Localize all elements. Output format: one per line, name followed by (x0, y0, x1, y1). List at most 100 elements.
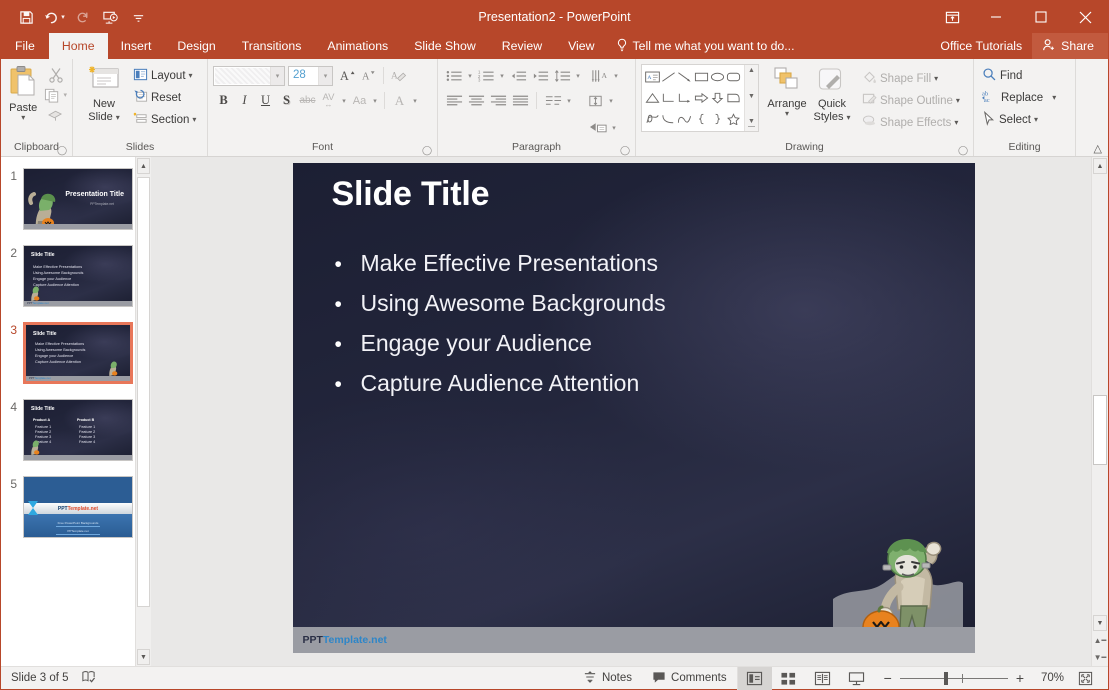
align-right-icon[interactable] (487, 90, 509, 111)
save-icon[interactable] (13, 5, 39, 29)
quick-styles-chevron-down-icon[interactable]: ▾ (846, 114, 850, 121)
comments-button[interactable]: Comments (642, 667, 737, 690)
decrease-font-size-icon[interactable]: A (358, 65, 379, 86)
font-dialog-launcher[interactable]: ◯ (422, 146, 431, 155)
slide-scroll-down-icon[interactable]: ▼ (1093, 615, 1107, 631)
shape-curve-icon[interactable] (677, 108, 693, 129)
next-slide-icon[interactable]: ▼━ (1092, 649, 1108, 666)
zoom-out-button[interactable]: − (884, 672, 892, 684)
previous-slide-icon[interactable]: ▲━ (1092, 632, 1108, 649)
zoom-slider[interactable] (900, 671, 1008, 685)
font-name-input[interactable]: ▾ (213, 66, 285, 86)
tab-view[interactable]: View (555, 33, 607, 59)
arrange-chevron-down-icon[interactable]: ▾ (785, 110, 789, 117)
thumbnail-frame-2[interactable]: Slide Title Make Effective Presentations… (23, 245, 133, 307)
paragraph-dialog-launcher[interactable]: ◯ (620, 146, 629, 155)
thumbnail-scrollbar-thumb[interactable] (137, 177, 150, 607)
shape-star-icon[interactable] (726, 108, 742, 129)
thumbnail-frame-5[interactable]: PPTTemplate.net Free PowerPoint Backgrou… (23, 476, 133, 538)
collapse-ribbon-icon[interactable]: △ (1094, 142, 1102, 155)
thumbnail-slide-2[interactable]: 2 Slide Title Make Effective Presentatio… (1, 238, 151, 307)
shape-right-arrow-icon[interactable] (693, 88, 709, 109)
new-slide-button[interactable]: New Slide ▾ (78, 62, 130, 123)
share-button[interactable]: Share (1032, 33, 1108, 59)
clipboard-dialog-launcher[interactable]: ◯ (57, 146, 66, 155)
columns-icon[interactable] (542, 90, 564, 111)
shape-flowchart-icon[interactable] (726, 88, 742, 109)
tell-me-search[interactable]: Tell me what you want to do... (608, 33, 795, 59)
replace-chevron-down-icon[interactable]: ▾ (1052, 94, 1056, 101)
layout-chevron-down-icon[interactable]: ▾ (189, 72, 193, 79)
convert-to-smartart-chevron-down-icon[interactable]: ▾ (609, 124, 619, 132)
font-name-chevron-down-icon[interactable]: ▾ (270, 67, 284, 85)
increase-font-size-icon[interactable]: A (337, 65, 358, 86)
zoom-slider-hand[interactable] (944, 672, 948, 685)
text-direction-chevron-down-icon[interactable]: ▾ (611, 72, 621, 80)
tab-animations[interactable]: Animations (314, 33, 401, 59)
slide-scrollbar-thumb[interactable] (1093, 395, 1107, 465)
strikethrough-button[interactable]: abc (297, 90, 318, 111)
tab-home[interactable]: Home (49, 33, 108, 59)
slide-sorter-view-button[interactable] (772, 667, 806, 690)
redo-icon[interactable] (69, 5, 95, 29)
bullets-icon[interactable] (443, 65, 465, 86)
align-text-chevron-down-icon[interactable]: ▾ (606, 97, 616, 105)
shape-arc-icon[interactable] (660, 108, 676, 129)
slide-pane-scrollbar[interactable]: ▲ ▼ ▲━ ▼━ (1091, 157, 1108, 666)
shape-text-box-icon[interactable]: A (644, 67, 660, 88)
text-shadow-button[interactable]: S (276, 90, 297, 111)
reset-button[interactable]: Reset (130, 87, 199, 108)
line-spacing-chevron-down-icon[interactable]: ▾ (573, 72, 583, 80)
reading-view-button[interactable] (806, 667, 840, 690)
convert-to-smartart-icon[interactable] (587, 117, 609, 138)
replace-button[interactable]: abac Replace ▾ (979, 87, 1059, 108)
font-color-button[interactable]: A (389, 90, 410, 111)
shape-triangle-icon[interactable] (644, 88, 660, 109)
shapes-more-icon[interactable]: ▼― (748, 119, 755, 129)
shape-elbow-connector-icon[interactable] (660, 88, 676, 109)
shape-arrow-icon[interactable] (677, 67, 693, 88)
select-button[interactable]: Select ▾ (979, 109, 1059, 130)
slide-indicator[interactable]: Slide 3 of 5 (11, 672, 69, 684)
numbering-chevron-down-icon[interactable]: ▾ (497, 72, 507, 80)
shapes-scroll-up-icon[interactable]: ▲ (748, 67, 755, 74)
text-direction-icon[interactable]: A (589, 65, 611, 86)
cut-icon[interactable] (44, 66, 67, 83)
tab-file[interactable]: File (1, 33, 49, 59)
slide-body-placeholder[interactable]: • Make Effective Presentations • Using A… (335, 249, 666, 409)
select-chevron-down-icon[interactable]: ▾ (1034, 116, 1038, 123)
align-left-icon[interactable] (443, 90, 465, 111)
bold-button[interactable]: B (213, 90, 234, 111)
thumbnail-frame-3[interactable]: Slide Title Make Effective Presentations… (23, 322, 133, 384)
shape-line-icon[interactable] (660, 67, 676, 88)
italic-button[interactable]: I (234, 90, 255, 111)
increase-indent-icon[interactable] (529, 65, 551, 86)
drawing-dialog-launcher[interactable]: ◯ (958, 146, 967, 155)
clear-formatting-icon[interactable]: A (388, 65, 409, 86)
account-name[interactable]: Office Tutorials (930, 33, 1032, 59)
thumbnail-slide-1[interactable]: 1 Presentation Title PPTemplate.net (1, 161, 151, 230)
decrease-indent-icon[interactable] (507, 65, 529, 86)
change-case-button[interactable]: Aa (349, 90, 370, 111)
tab-review[interactable]: Review (489, 33, 555, 59)
thumbnail-scroll-down-icon[interactable]: ▼ (137, 649, 150, 665)
bullets-chevron-down-icon[interactable]: ▾ (465, 72, 475, 80)
tab-transitions[interactable]: Transitions (229, 33, 315, 59)
shape-scribble-icon[interactable] (644, 108, 660, 129)
shape-effects-chevron-down-icon[interactable]: ▾ (954, 119, 958, 126)
line-spacing-icon[interactable] (551, 65, 573, 86)
start-from-beginning-icon[interactable] (97, 5, 123, 29)
section-chevron-down-icon[interactable]: ▾ (192, 116, 196, 123)
change-case-chevron-down-icon[interactable]: ▾ (370, 97, 380, 105)
thumbnail-slide-4[interactable]: 4 Slide Title Product A Product B Featur… (1, 392, 151, 461)
normal-view-button[interactable] (738, 667, 772, 690)
accessibility-checker-icon[interactable] (81, 669, 96, 687)
paste-button[interactable]: Paste ▾ (6, 62, 40, 121)
shape-rectangle-icon[interactable] (693, 67, 709, 88)
paste-chevron-down-icon[interactable]: ▾ (21, 114, 25, 121)
close-icon[interactable] (1063, 1, 1108, 33)
ribbon-display-options-icon[interactable] (931, 1, 973, 33)
maximize-icon[interactable] (1018, 1, 1063, 33)
thumbnail-slide-5[interactable]: 5 PPTTemplate.net Free PowerPoint Backgr… (1, 469, 151, 538)
current-slide[interactable]: Slide Title • Make Effective Presentatio… (293, 163, 975, 653)
